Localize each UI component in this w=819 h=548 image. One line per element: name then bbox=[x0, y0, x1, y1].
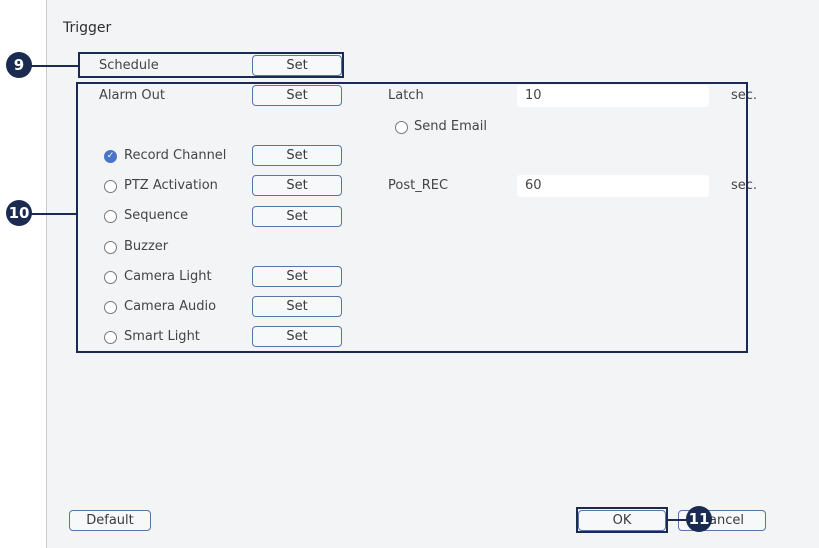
window-title: Trigger bbox=[63, 20, 112, 36]
actions-highlight-box bbox=[76, 82, 748, 353]
callout-10-badge: 10 bbox=[6, 200, 32, 226]
ok-highlight-box bbox=[576, 507, 668, 533]
default-button[interactable]: Default bbox=[69, 510, 151, 531]
callout-9-badge: 9 bbox=[6, 52, 32, 78]
schedule-highlight-box bbox=[78, 52, 344, 78]
callout-11-line bbox=[668, 519, 688, 521]
callout-10-line bbox=[30, 213, 76, 215]
callout-9-line bbox=[30, 65, 78, 67]
callout-11-badge: 11 bbox=[686, 506, 712, 532]
